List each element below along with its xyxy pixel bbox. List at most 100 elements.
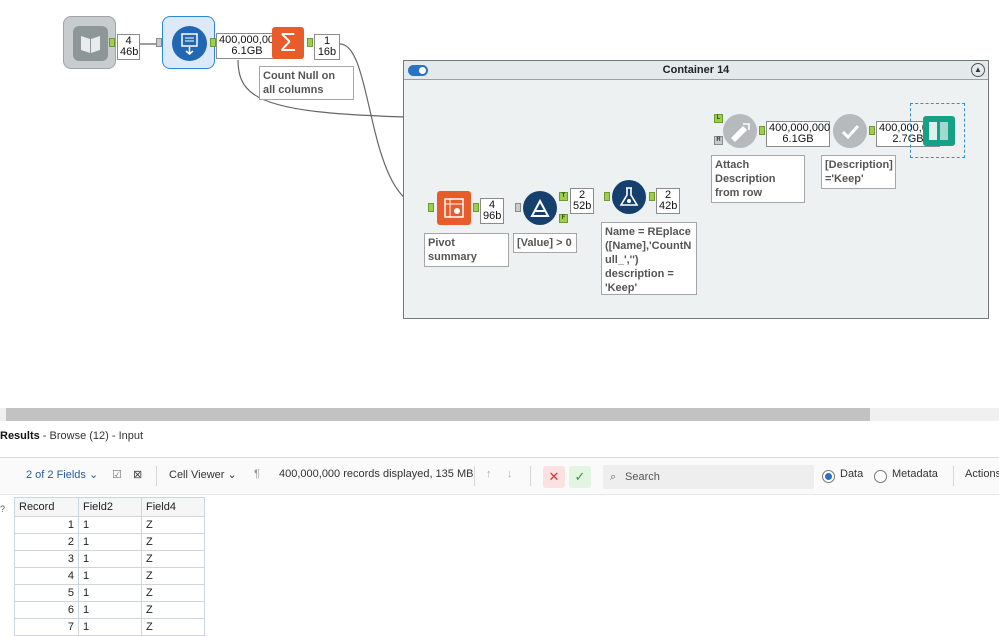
column-header-field4[interactable]: Field4	[141, 497, 205, 517]
confirm-icon[interactable]: ✓	[569, 466, 591, 488]
search-icon: ⌕	[610, 471, 617, 483]
record-count-badge: 400,000,000 6.1GB	[766, 121, 830, 147]
output-anchor[interactable]	[109, 38, 115, 47]
record-count-badge: 2 52b	[570, 188, 594, 214]
field2-cell[interactable]: 1	[78, 567, 142, 585]
table-row[interactable]: 41Z	[14, 567, 205, 585]
check-filter-icon	[833, 114, 867, 153]
record-count-badge: 4 96b	[480, 198, 504, 224]
field2-cell[interactable]: 1	[78, 601, 142, 619]
table-row[interactable]: 31Z	[14, 550, 205, 568]
tool-annotation: Attach Description from row	[711, 155, 805, 203]
input-anchor[interactable]	[428, 203, 434, 212]
output-anchor[interactable]	[869, 126, 875, 135]
append-fields-tool[interactable]	[723, 114, 757, 148]
output-anchor[interactable]	[473, 203, 479, 212]
collapse-icon[interactable]: ▲	[971, 63, 985, 77]
data-radio[interactable]	[822, 470, 835, 483]
output-anchor[interactable]	[649, 192, 655, 201]
formula-flask-icon	[612, 180, 646, 219]
record-cell: 4	[14, 567, 79, 585]
cancel-icon[interactable]: ✕	[543, 466, 565, 488]
field4-cell[interactable]: Z	[141, 584, 205, 602]
tool-annotation: [Value] > 0	[513, 233, 577, 253]
results-toolbar: 2 of 2 Fields ⌄ ☑ ⊠ Cell Viewer ⌄ ¶ 400,…	[0, 457, 999, 495]
input-anchor[interactable]	[604, 192, 610, 201]
table-row[interactable]: 11Z	[14, 516, 205, 534]
data-radio-label[interactable]: Data	[840, 468, 863, 480]
right-input-anchor[interactable]: R	[714, 136, 723, 145]
field2-cell[interactable]: 1	[78, 533, 142, 551]
pivot-icon	[437, 191, 471, 230]
filter-icon	[523, 191, 557, 230]
record-cell: 1	[14, 516, 79, 534]
field4-cell[interactable]: Z	[141, 601, 205, 619]
summarize-tool[interactable]: Σ	[272, 27, 304, 59]
cell-viewer-dropdown[interactable]: Cell Viewer ⌄	[169, 468, 237, 481]
formula-tool[interactable]	[612, 180, 646, 214]
arrow-up-icon[interactable]: ↑	[486, 468, 492, 480]
table-row[interactable]: 61Z	[14, 601, 205, 619]
fields-dropdown[interactable]: 2 of 2 Fields ⌄	[26, 468, 98, 481]
metadata-radio[interactable]	[874, 470, 887, 483]
field4-cell[interactable]: Z	[141, 567, 205, 585]
edit-icon[interactable]: ☑	[112, 468, 122, 481]
pilcrow-icon[interactable]: ¶	[254, 468, 260, 480]
actions-menu[interactable]: Actions	[965, 468, 999, 480]
sigma-icon: Σ	[279, 27, 297, 57]
close-box-icon[interactable]: ⊠	[133, 468, 142, 481]
container-header[interactable]: Container 14 ▲	[404, 61, 988, 80]
arrow-down-icon[interactable]: ↓	[507, 468, 513, 480]
field2-cell[interactable]: 1	[78, 584, 142, 602]
divider	[474, 466, 475, 486]
record-count-badge: 400,000,000 6.1GB	[216, 33, 280, 59]
input-anchor[interactable]	[515, 203, 521, 212]
true-anchor[interactable]: T	[559, 192, 568, 201]
divider	[156, 466, 157, 486]
tool-annotation: Name = REplace ([Name],'CountN ull_','')…	[601, 222, 697, 295]
horizontal-scrollbar[interactable]	[0, 408, 999, 421]
record-cell: 6	[14, 601, 79, 619]
results-title: Results - Browse (12) - Input	[0, 430, 144, 442]
browse-tool[interactable]	[910, 103, 965, 158]
browse-book-icon	[923, 116, 955, 146]
header-row: Record Field2 Field4	[14, 497, 205, 517]
tool-annotation: Count Null on all columns	[259, 66, 354, 100]
input-data-tool[interactable]	[162, 16, 215, 69]
record-cell: 3	[14, 550, 79, 568]
results-grid[interactable]: Record Field2 Field4 11Z 21Z 31Z 41Z 51Z…	[14, 497, 205, 636]
divider	[530, 466, 531, 486]
append-fields-icon	[723, 114, 757, 153]
scrollbar-thumb[interactable]	[6, 408, 870, 421]
field4-cell[interactable]: Z	[141, 516, 205, 534]
table-row[interactable]: 51Z	[14, 584, 205, 602]
record-count-badge: 2 42b	[656, 188, 680, 214]
record-count-badge: 1 16b	[314, 34, 340, 60]
false-anchor[interactable]: F	[559, 214, 568, 223]
tool-annotation: [Description] ='Keep'	[821, 155, 896, 189]
field4-cell[interactable]: Z	[141, 533, 205, 551]
left-input-anchor[interactable]: L	[714, 114, 723, 123]
field2-cell[interactable]: 1	[78, 550, 142, 568]
output-anchor[interactable]	[759, 126, 765, 135]
search-input[interactable]: ⌕ Search	[603, 465, 814, 489]
tool-annotation: Pivot summary	[424, 233, 509, 267]
workflow-canvas[interactable]: 4 46b 400,000,000 6.1GB Σ 1 16b Count Null …	[0, 0, 999, 408]
column-header-record[interactable]: Record	[14, 497, 79, 517]
book-icon	[73, 26, 108, 61]
field2-cell[interactable]: 1	[78, 516, 142, 534]
table-row[interactable]: 21Z	[14, 533, 205, 551]
record-count-badge: 4 46b	[117, 34, 140, 60]
field4-cell[interactable]: Z	[141, 550, 205, 568]
check-filter-tool[interactable]	[833, 114, 867, 148]
filter-tool[interactable]	[523, 191, 557, 225]
column-header-field2[interactable]: Field2	[78, 497, 142, 517]
help-icon[interactable]: ?	[0, 504, 5, 514]
chevron-down-icon: ⌄	[227, 469, 237, 481]
pivot-tool[interactable]	[437, 191, 471, 225]
data-input-icon	[172, 26, 207, 61]
output-anchor[interactable]	[307, 38, 313, 47]
record-cell: 5	[14, 584, 79, 602]
metadata-radio-label[interactable]: Metadata	[892, 468, 938, 480]
record-cell: 2	[14, 533, 79, 551]
